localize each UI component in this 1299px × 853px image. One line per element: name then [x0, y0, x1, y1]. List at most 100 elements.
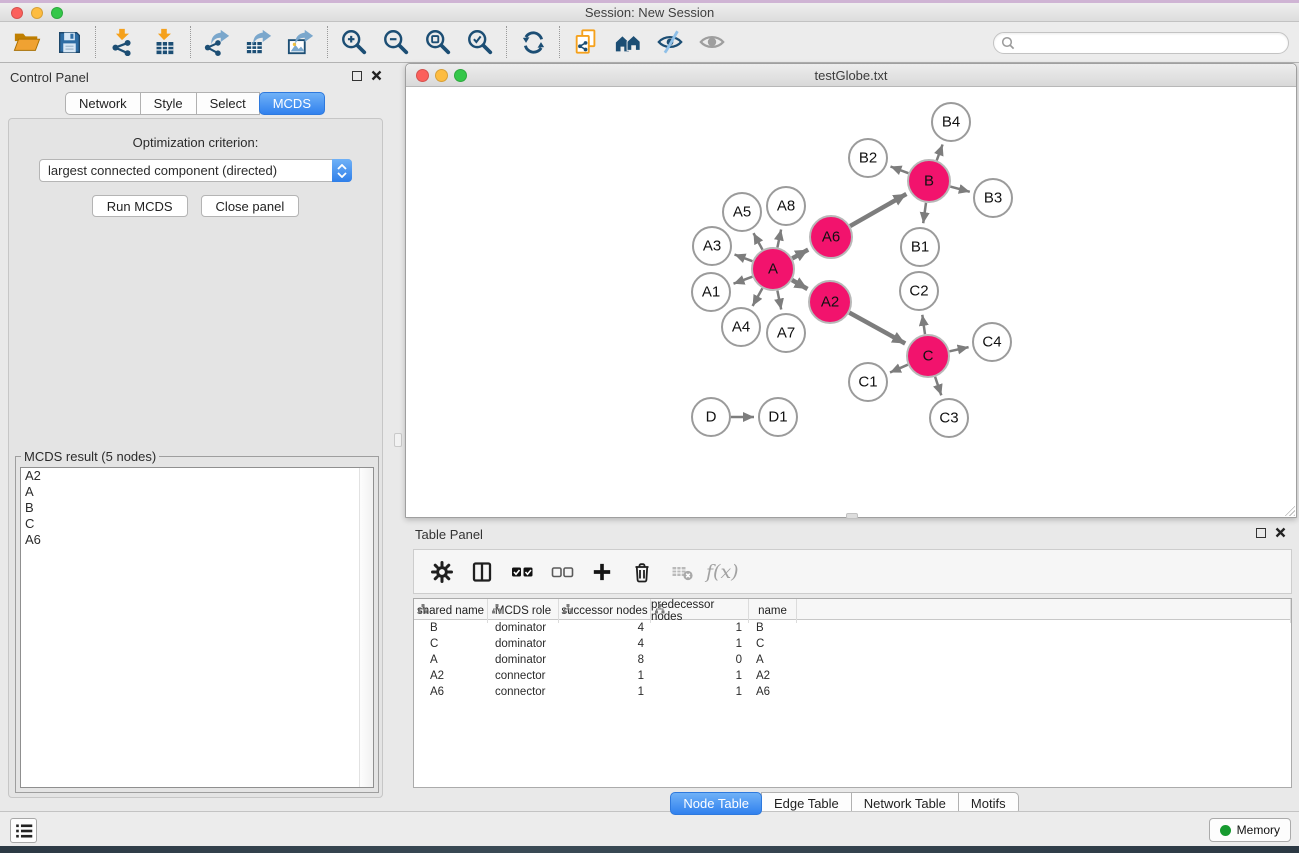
select-all-rows-button[interactable] [504, 554, 540, 590]
zoom-in-button[interactable] [333, 24, 375, 60]
edge-C-C1[interactable] [890, 365, 908, 373]
edge-A-A7[interactable] [777, 291, 781, 310]
table-settings-button[interactable] [424, 554, 460, 590]
cell[interactable]: A6 [414, 684, 488, 700]
table-row-a[interactable]: Adominator80A [414, 652, 1291, 668]
network-view-window[interactable]: testGlobe.txt AA1A2A3A4A5A6A7A8BB1B2B3B4… [405, 63, 1297, 518]
zoom-out-button[interactable] [375, 24, 417, 60]
close-panel-icon[interactable] [371, 70, 382, 81]
zoom-fit-button[interactable] [417, 24, 459, 60]
cell[interactable]: 0 [651, 652, 749, 668]
close-panel-button[interactable]: Close panel [201, 195, 300, 217]
result-item-a[interactable]: A [21, 484, 373, 500]
cell[interactable] [797, 636, 1291, 652]
edge-B-B2[interactable] [891, 167, 909, 174]
export-table-button[interactable] [238, 24, 280, 60]
cell[interactable]: 8 [559, 652, 651, 668]
network-window-titlebar[interactable]: testGlobe.txt [406, 64, 1296, 87]
column-header-shared-name[interactable]: shared name [414, 599, 488, 623]
float-table-panel-icon[interactable] [1256, 528, 1266, 538]
import-network-button[interactable] [101, 24, 143, 60]
hide-graphics-details-button[interactable] [649, 24, 691, 60]
search-input[interactable] [1019, 36, 1288, 50]
edge-A-A1[interactable] [734, 277, 753, 284]
edge-A-A4[interactable] [753, 288, 763, 306]
column-header-name[interactable]: name [749, 599, 797, 623]
float-panel-icon[interactable] [352, 71, 362, 81]
cell[interactable]: A2 [414, 668, 488, 684]
splitter-grip-vertical[interactable] [394, 433, 402, 447]
deselect-all-rows-button[interactable] [544, 554, 580, 590]
result-scrollbar[interactable] [359, 468, 373, 787]
show-graphics-details-button[interactable] [691, 24, 733, 60]
cell[interactable]: A [749, 652, 797, 668]
edge-C-C3[interactable] [935, 377, 941, 396]
cell[interactable]: 1 [651, 684, 749, 700]
open-session-button[interactable] [6, 24, 48, 60]
run-mcds-button[interactable]: Run MCDS [92, 195, 188, 217]
edge-A2-C[interactable] [849, 313, 905, 344]
tab-style[interactable]: Style [140, 92, 197, 115]
cell[interactable]: dominator [488, 652, 559, 668]
cell[interactable]: 1 [559, 684, 651, 700]
criterion-dropdown[interactable]: largest connected component (directed) [39, 159, 352, 182]
document-network-button[interactable] [565, 24, 607, 60]
export-image-button[interactable] [280, 24, 322, 60]
cell[interactable]: A2 [749, 668, 797, 684]
show-panels-list-button[interactable] [10, 818, 37, 843]
cell[interactable]: 1 [651, 636, 749, 652]
main-titlebar[interactable]: Session: New Session [0, 3, 1299, 22]
tab-node-table[interactable]: Node Table [670, 792, 762, 815]
cell[interactable]: 1 [559, 668, 651, 684]
memory-button[interactable]: Memory [1209, 818, 1291, 842]
tab-network[interactable]: Network [65, 92, 141, 115]
cell[interactable]: connector [488, 684, 559, 700]
cell[interactable]: dominator [488, 636, 559, 652]
add-column-button[interactable] [584, 554, 620, 590]
table-row-a2[interactable]: A2connector11A2 [414, 668, 1291, 684]
column-selector-button[interactable] [464, 554, 500, 590]
edge-B-B4[interactable] [937, 145, 943, 161]
node-table[interactable]: shared nameMCDS rolesuccessor nodesprede… [413, 598, 1292, 788]
home-button[interactable] [607, 24, 649, 60]
column-header-successor-nodes[interactable]: successor nodes [559, 599, 651, 623]
save-session-button[interactable] [48, 24, 90, 60]
edge-B-B3[interactable] [950, 187, 970, 192]
zoom-selected-button[interactable] [459, 24, 501, 60]
cell[interactable]: A6 [749, 684, 797, 700]
edge-B-B1[interactable] [923, 203, 926, 223]
cell[interactable]: 1 [651, 668, 749, 684]
edge-C-C2[interactable] [922, 315, 925, 334]
splitter-grip-horizontal[interactable] [846, 513, 858, 519]
export-network-button[interactable] [196, 24, 238, 60]
column-header-MCDS-role[interactable]: MCDS role [488, 599, 559, 623]
toolbar-search[interactable] [993, 32, 1289, 54]
cell[interactable] [797, 668, 1291, 684]
cell[interactable] [797, 684, 1291, 700]
network-canvas[interactable]: AA1A2A3A4A5A6A7A8BB1B2B3B4CC1C2C3C4DD1 [406, 87, 1296, 517]
cell[interactable]: connector [488, 668, 559, 684]
cell[interactable]: A [414, 652, 488, 668]
refresh-view-button[interactable] [512, 24, 554, 60]
tab-select[interactable]: Select [196, 92, 260, 115]
delete-columns-button[interactable] [624, 554, 660, 590]
table-row-a6[interactable]: A6connector11A6 [414, 684, 1291, 700]
edge-A-A6[interactable] [792, 250, 808, 259]
edge-C-C4[interactable] [950, 347, 969, 351]
result-item-b[interactable]: B [21, 500, 373, 516]
table-row-c[interactable]: Cdominator41C [414, 636, 1291, 652]
edge-A-A5[interactable] [754, 233, 763, 250]
result-item-a2[interactable]: A2 [21, 468, 373, 484]
result-item-c[interactable]: C [21, 516, 373, 532]
edge-A6-B[interactable] [850, 194, 906, 226]
import-table-button[interactable] [143, 24, 185, 60]
result-item-a6[interactable]: A6 [21, 532, 373, 548]
tab-mcds[interactable]: MCDS [259, 92, 325, 115]
edge-A-A3[interactable] [735, 255, 753, 262]
edge-A-A2[interactable] [792, 280, 808, 289]
cell[interactable]: 4 [559, 636, 651, 652]
edge-A-A8[interactable] [777, 230, 781, 248]
column-header-predecessor-nodes[interactable]: predecessor nodes [651, 599, 749, 623]
close-table-panel-icon[interactable] [1275, 527, 1286, 538]
mcds-result-list[interactable]: A2ABCA6 [20, 467, 374, 788]
